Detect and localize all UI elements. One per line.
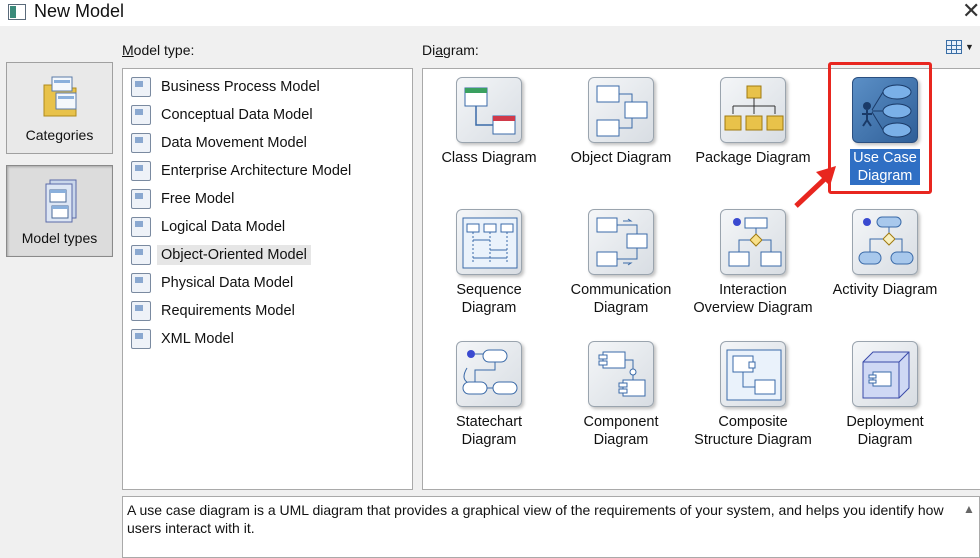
interaction-overview-icon [720,209,786,275]
title-bar: New Model ✕ [0,0,980,26]
model-item-business-process[interactable]: Business Process Model [123,73,412,101]
communication-diagram-icon [588,209,654,275]
model-item-xml[interactable]: XML Model [123,325,412,353]
diagram-heading: Diagram: [422,42,479,58]
diagram-sequence[interactable]: Sequence Diagram [423,201,555,327]
nav-categories-label: Categories [25,127,94,143]
diagram-description: A use case diagram is a UML diagram that… [122,496,980,558]
model-item-conceptual-data[interactable]: Conceptual Data Model [123,101,412,129]
physical-data-model-icon [131,273,151,293]
categories-icon [38,73,82,121]
enterprise-architecture-model-icon [131,161,151,181]
window-title: New Model [34,1,125,21]
nav-model-types-button[interactable]: Model types [6,165,113,257]
diagram-statechart[interactable]: Statechart Diagram [423,333,555,459]
diagram-communication[interactable]: Communication Diagram [555,201,687,327]
diagram-interaction-overview[interactable]: Interaction Overview Diagram [687,201,819,327]
component-diagram-icon [588,341,654,407]
model-item-data-movement[interactable]: Data Movement Model [123,129,412,157]
model-type-list[interactable]: Business Process Model Conceptual Data M… [122,68,413,490]
nav-categories-button[interactable]: Categories [6,62,113,154]
diagram-object[interactable]: Object Diagram [555,69,687,195]
model-item-enterprise-architecture[interactable]: Enterprise Architecture Model [123,157,412,185]
diagram-class[interactable]: Class Diagram [423,69,555,195]
close-icon[interactable]: ✕ [962,0,980,24]
conceptual-data-model-icon [131,105,151,125]
dropdown-caret-icon: ▼ [965,42,974,52]
model-item-logical-data[interactable]: Logical Data Model [123,213,412,241]
business-process-model-icon [131,77,151,97]
model-types-icon [38,176,82,224]
diagram-composite-structure[interactable]: Composite Structure Diagram [687,333,819,459]
deployment-diagram-icon [852,341,918,407]
free-model-icon [131,189,151,209]
logical-data-model-icon [131,217,151,237]
view-mode-button[interactable]: ▼ [946,38,976,56]
diagram-activity[interactable]: Activity Diagram [819,201,951,327]
requirements-model-icon [131,301,151,321]
package-diagram-icon [720,77,786,143]
sequence-diagram-icon [456,209,522,275]
model-item-physical-data[interactable]: Physical Data Model [123,269,412,297]
data-movement-model-icon [131,133,151,153]
model-item-free[interactable]: Free Model [123,185,412,213]
diagram-component[interactable]: Component Diagram [555,333,687,459]
class-diagram-icon [456,77,522,143]
window-icon [8,4,26,20]
statechart-diagram-icon [456,341,522,407]
scroll-up-icon[interactable]: ▲ [963,502,975,516]
grid-view-icon [946,40,962,54]
composite-structure-icon [720,341,786,407]
xml-model-icon [131,329,151,349]
nav-model-types-label: Model types [21,230,98,246]
diagram-deployment[interactable]: Deployment Diagram [819,333,951,459]
model-item-requirements[interactable]: Requirements Model [123,297,412,325]
annotation-arrow-icon [794,166,836,208]
model-item-object-oriented[interactable]: Object-Oriented Model [123,241,412,269]
object-oriented-model-icon [131,245,151,265]
activity-diagram-icon [852,209,918,275]
object-diagram-icon [588,77,654,143]
use-case-diagram-icon [852,77,918,143]
diagram-list[interactable]: Class Diagram Object Diagram Package Dia… [422,68,980,490]
model-type-heading: Model type: [122,42,195,58]
